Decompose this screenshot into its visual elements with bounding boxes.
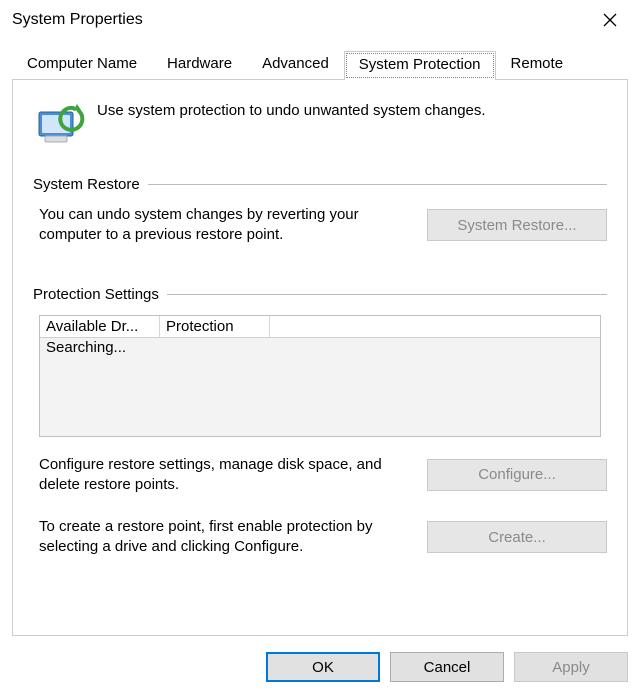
drives-table-header: Available Dr... Protection [40,316,600,338]
system-protection-icon [33,98,85,150]
close-button[interactable] [590,4,630,36]
drives-table-body: Searching... [40,338,600,357]
group-protection-settings-label: Protection Settings [33,286,159,303]
col-protection[interactable]: Protection [160,316,270,337]
tab-computer-name[interactable]: Computer Name [12,50,152,79]
tabstrip: Computer Name Hardware Advanced System P… [12,50,628,80]
window-title: System Properties [12,11,143,29]
group-protection-settings: Protection Settings [33,286,607,303]
intro: Use system protection to undo unwanted s… [33,98,607,150]
drives-table[interactable]: Available Dr... Protection Searching... [39,315,601,437]
tab-system-protection[interactable]: System Protection [344,51,496,80]
tabpanel-system-protection: Use system protection to undo unwanted s… [12,80,628,636]
titlebar: System Properties [0,0,640,40]
system-restore-button[interactable]: System Restore... [427,209,607,241]
tab-hardware[interactable]: Hardware [152,50,247,79]
create-button[interactable]: Create... [427,521,607,553]
create-desc: To create a restore point, first enable … [39,517,413,558]
configure-row: Configure restore settings, manage disk … [33,455,607,496]
group-system-restore: System Restore [33,176,607,193]
dialog-footer: OK Cancel Apply [0,646,640,692]
system-restore-desc: You can undo system changes by reverting… [39,205,413,246]
divider [148,184,607,185]
configure-button[interactable]: Configure... [427,459,607,491]
ok-button[interactable]: OK [266,652,380,682]
tab-remote[interactable]: Remote [496,50,579,79]
create-row: To create a restore point, first enable … [33,517,607,558]
tab-advanced[interactable]: Advanced [247,50,344,79]
close-icon [603,13,617,27]
drives-status: Searching... [46,339,594,356]
intro-text: Use system protection to undo unwanted s… [97,98,486,119]
group-system-restore-label: System Restore [33,176,140,193]
divider [167,294,607,295]
col-available-drives[interactable]: Available Dr... [40,316,160,337]
apply-button[interactable]: Apply [514,652,628,682]
configure-desc: Configure restore settings, manage disk … [39,455,413,496]
cancel-button[interactable]: Cancel [390,652,504,682]
system-restore-row: You can undo system changes by reverting… [33,205,607,246]
